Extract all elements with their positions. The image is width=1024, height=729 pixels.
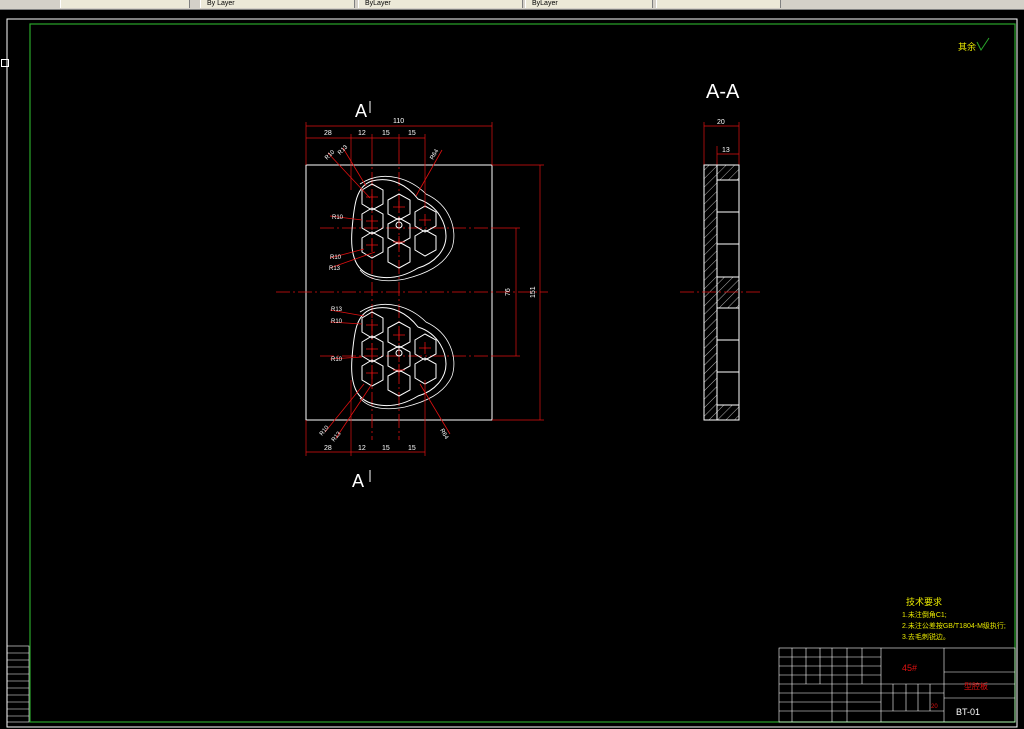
section-label-top: A xyxy=(355,101,367,121)
roughness-symbol-icon xyxy=(976,37,990,51)
radius-label: R10 xyxy=(331,319,343,325)
dim-15-bottom-a: 15 xyxy=(382,445,390,452)
dim-28: 28 xyxy=(324,130,332,137)
margin-block xyxy=(6,645,30,723)
dim-overall-width: 110 xyxy=(393,118,404,125)
toolbar-strip: By Layer ByLayer ByLayer xyxy=(0,0,1024,10)
radius-label: R64 xyxy=(430,148,441,161)
drawing-number-field: BT-01 xyxy=(956,707,980,717)
scale-field: 20 xyxy=(931,704,938,710)
radius-label: R10 xyxy=(332,215,344,221)
dim-13: 13 xyxy=(722,147,730,154)
part-name-field: 型腔板 xyxy=(964,681,988,691)
drawing-canvas[interactable]: 其余 A A 110 28 12 15 15 28 12 15 15 76 15… xyxy=(0,10,1024,729)
radius-label: R13 xyxy=(331,430,343,443)
dim-151: 151 xyxy=(530,286,537,298)
section-view-title: A-A xyxy=(706,81,740,103)
radius-label: R10 xyxy=(330,255,342,261)
radius-label: R13 xyxy=(329,266,341,272)
dim-12-bottom: 12 xyxy=(358,445,366,452)
radius-label: R13 xyxy=(331,307,343,313)
plotstyle-dropdown[interactable] xyxy=(656,0,781,8)
dim-15-b: 15 xyxy=(408,130,416,137)
dim-15-bottom-b: 15 xyxy=(408,445,416,452)
layer-dropdown[interactable] xyxy=(60,0,190,8)
material-field: 45# xyxy=(902,663,917,673)
linetype-dropdown[interactable]: ByLayer xyxy=(358,0,523,8)
color-dropdown[interactable]: By Layer xyxy=(200,0,355,8)
technical-requirements: 技术要求 1.未注倒角C1; 2.未注公差按GB/T1804-M级执行; 3.去… xyxy=(902,596,1006,641)
outer-frame xyxy=(6,18,1018,728)
tech-req-line: 2.未注公差按GB/T1804-M级执行; xyxy=(902,621,1006,630)
radius-label: R10 xyxy=(324,149,336,161)
section-label-bottom: A xyxy=(352,471,364,491)
dim-20: 20 xyxy=(717,119,725,126)
section-view: A-A 20 13 xyxy=(680,81,762,421)
dim-28-bottom: 28 xyxy=(324,445,332,452)
lineweight-dropdown[interactable]: ByLayer xyxy=(525,0,653,8)
tech-req-title: 技术要求 xyxy=(906,596,942,607)
radius-label: R10 xyxy=(331,357,343,363)
tech-req-line: 1.未注倒角C1; xyxy=(902,610,947,619)
roughness-note: 其余 xyxy=(958,41,976,52)
radius-label: R13 xyxy=(337,144,349,156)
tech-req-line: 3.去毛刺锐边。 xyxy=(902,632,950,641)
dim-76: 76 xyxy=(505,288,512,296)
inner-frame xyxy=(29,23,1016,723)
dim-12: 12 xyxy=(358,130,366,137)
front-view: A A 110 28 12 15 15 28 12 15 15 76 151 R… xyxy=(276,101,548,491)
dim-15-a: 15 xyxy=(382,130,390,137)
